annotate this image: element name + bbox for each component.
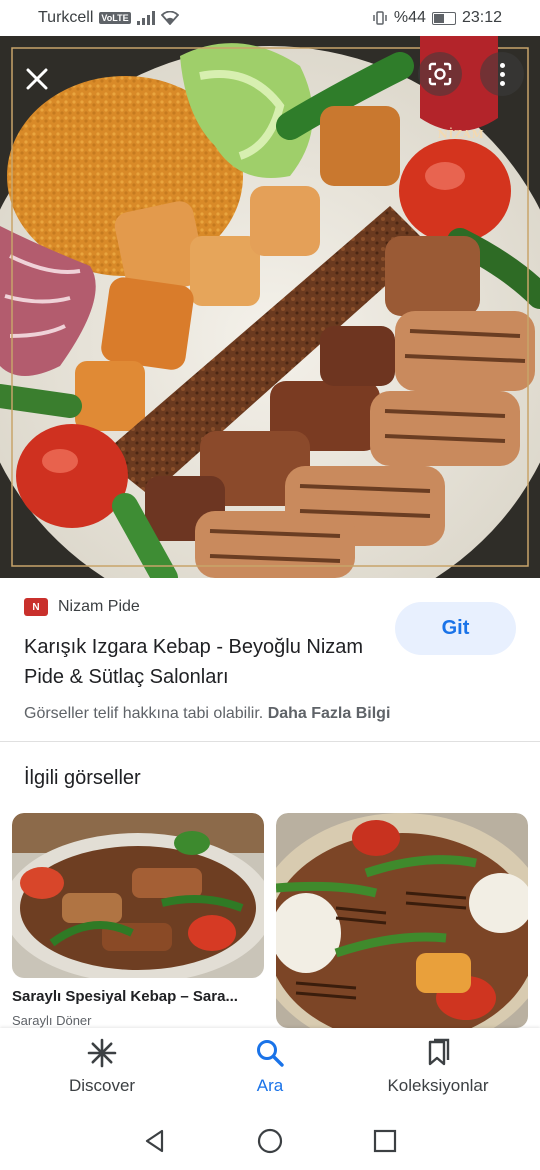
volte-badge: VoLTE [99, 12, 131, 24]
status-left: Turkcell VoLTE [38, 9, 179, 27]
back-icon[interactable] [142, 1128, 168, 1154]
battery-percent: %44 [393, 9, 426, 26]
status-bar: Turkcell VoLTE %44 23:12 [0, 0, 540, 36]
source-name: Nizam Pide [58, 598, 140, 615]
signal-icon [136, 11, 155, 25]
nav-collections[interactable]: Koleksiyonlar [378, 1038, 498, 1096]
more-options-button[interactable] [480, 52, 524, 96]
recents-icon[interactable] [372, 1128, 398, 1154]
related-source: Saraylı Döner [12, 1013, 92, 1028]
source-row[interactable]: N Nizam Pide [24, 598, 140, 616]
copyright-notice: Görseller telif hakkına tabi olabilir. D… [24, 705, 390, 723]
more-info-link[interactable]: Daha Fazla Bilgi [268, 705, 391, 722]
related-card[interactable] [276, 813, 528, 1033]
divider [0, 741, 540, 742]
nav-collections-label: Koleksiyonlar [387, 1076, 489, 1095]
related-heading: İlgili görseller [24, 767, 141, 789]
related-image [276, 813, 528, 1028]
nav-search[interactable]: Ara [240, 1038, 300, 1096]
clock: 23:12 [461, 9, 502, 26]
go-button[interactable]: Git [395, 602, 516, 655]
nav-discover[interactable]: Discover [62, 1038, 142, 1096]
close-button[interactable] [14, 56, 60, 102]
vibrate-icon [373, 11, 387, 25]
bottom-nav: Discover Ara Koleksiyonlar [0, 1028, 540, 1110]
result-title[interactable]: Karışık Izgara Kebap - Beyoğlu Nizam Pid… [24, 632, 384, 692]
related-image [12, 813, 264, 978]
hero-image[interactable]: NİZAM [0, 36, 540, 578]
collections-icon [428, 1038, 450, 1066]
asterisk-icon [87, 1038, 117, 1068]
kebab-platter-image [0, 36, 540, 578]
home-icon[interactable] [257, 1128, 283, 1154]
more-vert-icon [499, 62, 505, 68]
close-icon [26, 68, 48, 90]
lens-button[interactable] [418, 52, 462, 96]
nav-discover-label: Discover [68, 1076, 136, 1095]
battery-icon [431, 11, 456, 25]
lens-icon [428, 62, 452, 86]
related-title: Saraylı Spesiyal Kebap – Sara... [12, 988, 238, 1005]
search-icon [257, 1040, 284, 1067]
brand-mark: NİZAM [437, 128, 485, 141]
system-nav-bar [0, 1110, 540, 1170]
nav-search-label: Ara [256, 1076, 284, 1095]
source-logo-icon: N [24, 598, 48, 616]
copyright-text: Görseller telif hakkına tabi olabilir. [24, 705, 264, 722]
related-card[interactable]: Saraylı Spesiyal Kebap – Sara... Saraylı… [12, 813, 264, 1033]
carrier-name: Turkcell [38, 9, 94, 26]
status-right: %44 23:12 [372, 9, 502, 27]
wifi-icon [160, 11, 179, 25]
